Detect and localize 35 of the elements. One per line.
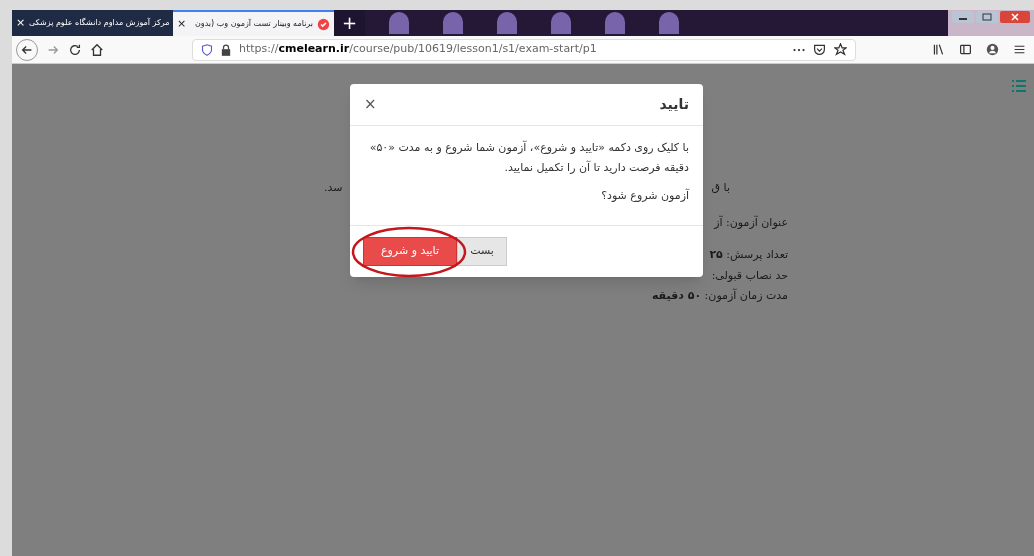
exam-info-text: تعداد پرسش: ۲۵	[709, 247, 788, 263]
minimize-icon[interactable]	[952, 10, 974, 24]
more-icon[interactable]	[793, 47, 805, 52]
tab-title: برنامه وبینار تست آزمون وب (بدون	[193, 18, 313, 30]
address-bar[interactable]: https://cmelearn.ir/course/pub/10619/lesson1/s1/exam-start/p1	[192, 38, 856, 61]
confirm-start-button[interactable]: تایید و شروع	[363, 236, 457, 266]
close-tab-button[interactable]: ×	[177, 15, 186, 33]
dialog-title: تایید	[659, 95, 689, 114]
reload-icon[interactable]	[68, 42, 82, 57]
exam-info-text: عنوان آزمون: آز	[714, 214, 788, 231]
star-icon[interactable]	[834, 43, 847, 56]
intro-text: سد.	[324, 180, 343, 196]
close-dialog-button[interactable]: بست	[457, 236, 507, 266]
dialog-message: با کلیک روی دکمه «تایید و شروع»، آزمون شما شروع و به مدت «۵۰» دقیقه فرصت دارید تا آن را تکمیل نمایید.	[368, 139, 689, 176]
exam-info-text: مدت زمان آزمون: ۵۰ دقیقه	[651, 288, 788, 304]
close-button[interactable]: ×	[364, 93, 377, 116]
library-icon[interactable]	[932, 43, 945, 56]
close-icon[interactable]	[1000, 10, 1030, 24]
tab-title: مرکز آموزش مداوم دانشگاه علوم پزشکی	[28, 17, 170, 29]
browser-tab[interactable]: × مرکز آموزش مداوم دانشگاه علوم پزشکی	[12, 10, 173, 36]
sidebar-icon[interactable]	[959, 43, 972, 56]
close-tab-button[interactable]: ×	[16, 14, 25, 32]
account-icon[interactable]	[986, 43, 999, 56]
check-circle-icon	[317, 17, 330, 31]
pocket-icon[interactable]	[813, 43, 826, 56]
url-text: https://cmelearn.ir/course/pub/10619/lesson1/s1/exam-start/p1	[239, 41, 598, 58]
new-tab-button[interactable]: +	[334, 10, 366, 36]
browser-tab[interactable]: × برنامه وبینار تست آزمون وب (بدون	[173, 10, 334, 36]
home-icon[interactable]	[90, 42, 104, 57]
menu-icon[interactable]	[1013, 43, 1026, 56]
intro-text: با ق	[711, 180, 730, 196]
shield-icon[interactable]	[201, 43, 213, 56]
exam-info-text: حد نصاب قبولی:	[711, 267, 788, 284]
dialog-question: آزمون شروع شود؟	[600, 188, 689, 204]
lock-icon	[221, 43, 231, 56]
